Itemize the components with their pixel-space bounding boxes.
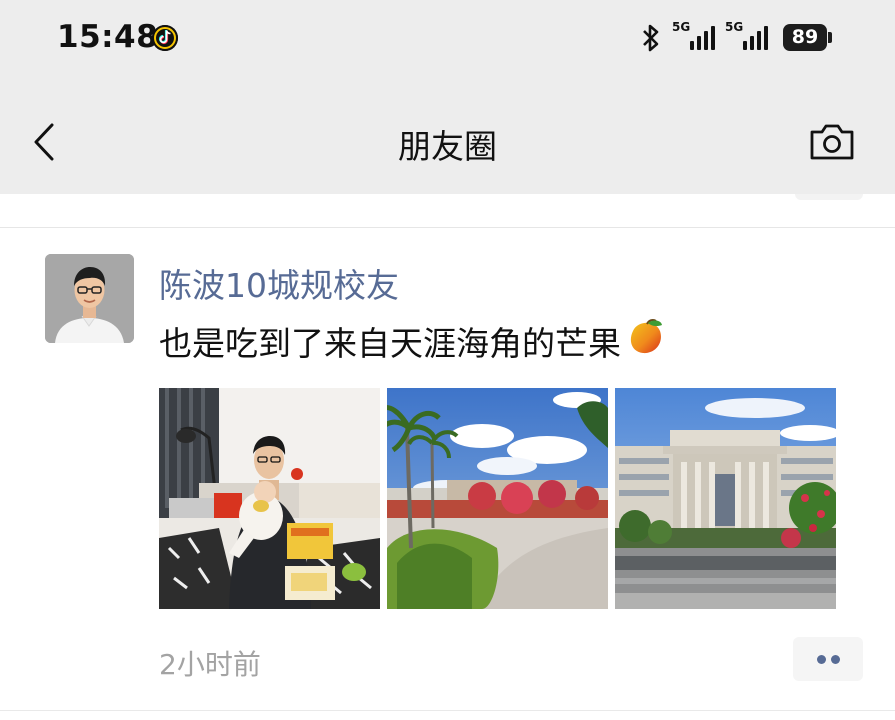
avatar[interactable] [45,254,134,343]
post-time: 2小时前 [159,648,261,681]
camera-icon[interactable] [808,122,856,166]
battery-icon: 89 [783,24,827,51]
post-text: 也是吃到了来自天涯海角的芒果 [159,317,665,365]
tiktok-icon [152,25,178,51]
previous-post-more-button[interactable] [795,194,863,200]
page-title: 朋友圈 [398,127,497,166]
photo-palm-trees-campus[interactable] [387,388,608,609]
photo-university-building[interactable] [615,388,836,609]
status-bar: 15:48 5G 5G 89 [0,0,895,80]
post-username[interactable]: 陈波10城规校友 [159,259,399,307]
nav-bar: 朋友圈 [0,80,895,194]
status-time: 15:48 [57,19,159,55]
battery-tip [828,32,832,43]
bluetooth-icon [640,22,662,58]
feed-top-area [0,194,895,228]
divider [0,710,895,711]
photo-person-with-baby[interactable] [159,388,380,609]
mango-icon [625,317,665,365]
post-text-content: 也是吃到了来自天涯海角的芒果 [159,324,621,363]
more-dots-icon[interactable] [793,637,863,681]
divider [0,227,895,228]
